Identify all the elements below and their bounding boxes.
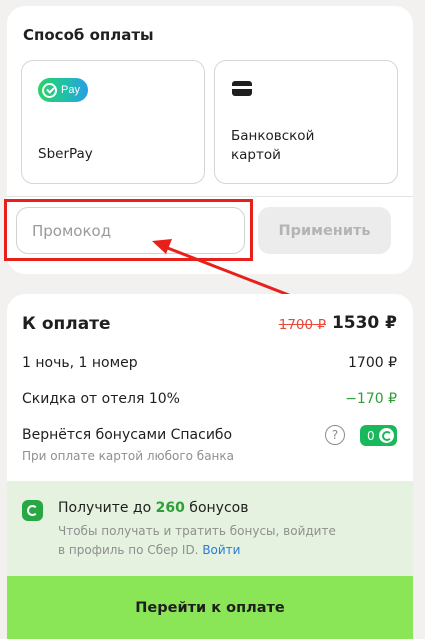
spasibo-bonus-badge: 0 xyxy=(360,425,397,446)
divider xyxy=(7,196,413,197)
nights-value: 1700 ₽ xyxy=(348,355,397,371)
discount-row: Скидка от отеля 10% −170 ₽ xyxy=(22,391,397,407)
bonus-promo-banner: Получите до 260 бонусов Чтобы получать и… xyxy=(7,481,413,576)
total-title: К оплате xyxy=(22,314,111,334)
bank-card-option[interactable]: Банковской картой xyxy=(214,60,398,184)
spasibo-logo-icon xyxy=(379,428,394,443)
nights-row: 1 ночь, 1 номер 1700 ₽ xyxy=(22,355,397,371)
apply-promo-button[interactable]: Применить xyxy=(258,207,391,254)
discount-label: Скидка от отеля 10% xyxy=(22,391,180,407)
bonus-return-label: Вернётся бонусами Спасибо xyxy=(22,427,233,443)
go-to-payment-button[interactable]: Перейти к оплате xyxy=(7,576,413,639)
discount-value: −170 ₽ xyxy=(345,391,397,407)
bonus-promo-sub: Чтобы получать и тратить бонусы, войдите… xyxy=(58,524,336,557)
sber-logo-icon xyxy=(22,500,43,521)
nights-label: 1 ночь, 1 номер xyxy=(22,355,138,371)
bonus-return-sub: При оплате картой любого банка xyxy=(22,449,234,463)
bonus-promo-title: Получите до 260 бонусов xyxy=(58,500,249,516)
sberpay-option[interactable]: Pay SberPay xyxy=(21,60,205,184)
promo-code-input[interactable] xyxy=(16,207,245,254)
bank-card-label: Банковской картой xyxy=(231,128,315,163)
summary-card: К оплате 1700 ₽ 1530 ₽ 1 ночь, 1 номер 1… xyxy=(7,294,413,639)
credit-card-icon xyxy=(232,81,252,96)
new-price: 1530 ₽ xyxy=(331,313,397,333)
old-price: 1700 ₽ xyxy=(278,317,326,333)
help-icon[interactable]: ? xyxy=(325,425,345,445)
login-link[interactable]: Войти xyxy=(202,543,240,557)
payment-method-title: Способ оплаты xyxy=(23,26,154,44)
sberpay-label: SberPay xyxy=(38,146,93,162)
sberpay-logo-icon: Pay xyxy=(38,78,88,102)
